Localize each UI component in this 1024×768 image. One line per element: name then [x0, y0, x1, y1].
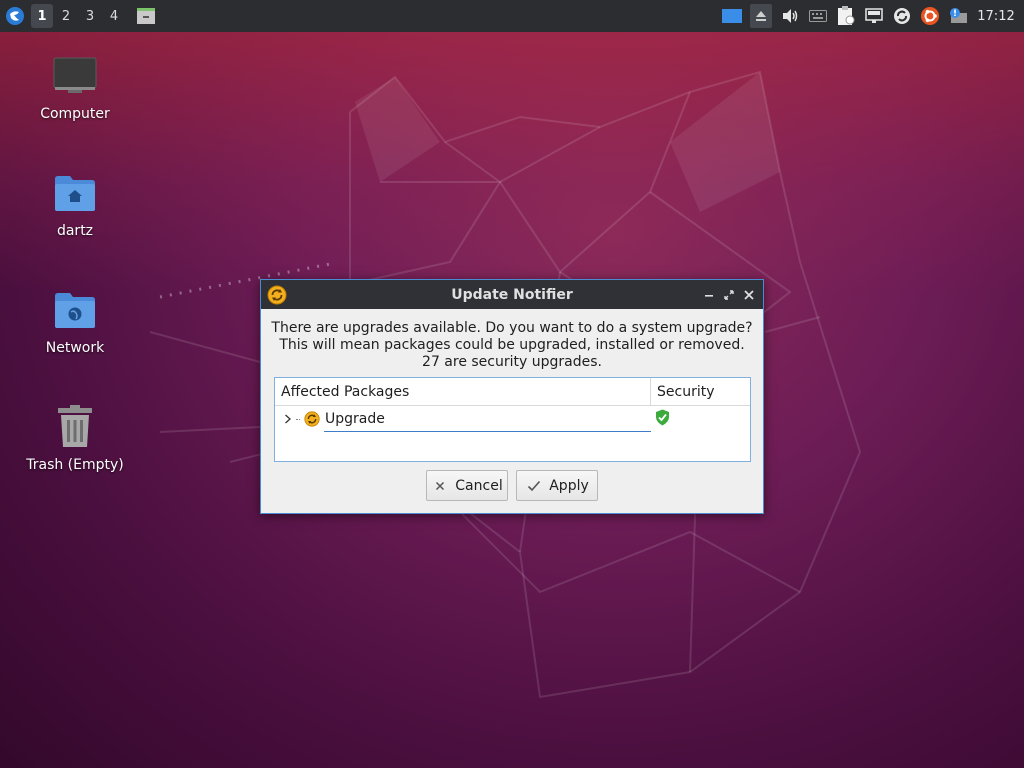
cancel-button[interactable]: Cancel [426, 470, 508, 501]
cancel-button-label: Cancel [455, 477, 503, 494]
chevron-right-icon[interactable] [281, 406, 295, 432]
display-icon[interactable] [719, 0, 745, 32]
desktop-item-trash[interactable]: Trash (Empty) [15, 403, 135, 473]
minimize-icon[interactable] [699, 284, 719, 306]
maximize-icon[interactable] [719, 284, 739, 306]
desktop-item-label: Computer [40, 106, 110, 122]
update-notifier-dialog: Update Notifier There are upgrades avail… [260, 279, 764, 514]
eject-icon[interactable] [750, 4, 772, 28]
volume-icon[interactable] [777, 0, 803, 32]
desktop-item-label: dartz [56, 223, 94, 239]
update-icon [303, 410, 321, 428]
workspace-4[interactable]: 4 [103, 4, 125, 28]
whisker-menu-icon[interactable] [0, 0, 30, 32]
network-folder-icon [51, 286, 99, 334]
clipboard-icon[interactable] [833, 0, 859, 32]
apply-button-label: Apply [549, 477, 589, 494]
network-icon[interactable] [861, 0, 887, 32]
workspace-1[interactable]: 1 [31, 4, 53, 28]
notification-icon[interactable] [945, 0, 971, 32]
keyboard-icon[interactable] [805, 0, 831, 32]
sync-icon[interactable] [889, 0, 915, 32]
ubuntu-icon[interactable] [917, 0, 943, 32]
checkmark-icon [525, 477, 543, 495]
panel-clock[interactable]: 17:12 [972, 9, 1020, 24]
message-line: This will mean packages could be upgrade… [279, 337, 745, 353]
update-notifier-app-icon[interactable] [263, 280, 291, 309]
desktop-item-network[interactable]: Network [15, 286, 135, 356]
tree-row[interactable]: Upgrade [275, 406, 750, 432]
top-panel: 1 2 3 4 17:12 [0, 0, 1024, 32]
message-line: 27 are security upgrades. [422, 354, 602, 370]
trash-icon [51, 403, 99, 451]
desktop-item-label: Trash (Empty) [26, 457, 124, 473]
column-header-packages[interactable]: Affected Packages [275, 378, 651, 405]
package-label[interactable]: Upgrade [324, 406, 651, 432]
security-cell [651, 406, 750, 432]
computer-icon [51, 52, 99, 100]
desktop-item-computer[interactable]: Computer [15, 52, 135, 122]
workspace-2[interactable]: 2 [55, 4, 77, 28]
shield-check-icon [655, 409, 670, 430]
close-icon [431, 477, 449, 495]
dialog-titlebar[interactable]: Update Notifier [261, 280, 763, 309]
desktop-item-label: Network [45, 340, 105, 356]
tree-header: Affected Packages Security [275, 378, 750, 406]
message-line: There are upgrades available. Do you wan… [271, 320, 753, 336]
show-desktop-icon[interactable] [132, 0, 160, 32]
affected-packages-tree[interactable]: Affected Packages Security Upgrade [274, 377, 751, 462]
home-folder-icon [51, 169, 99, 217]
tree-connector [296, 418, 300, 420]
workspace-3[interactable]: 3 [79, 4, 101, 28]
apply-button[interactable]: Apply [516, 470, 598, 501]
dialog-message: There are upgrades available. Do you wan… [261, 309, 763, 377]
close-icon[interactable] [739, 284, 759, 306]
dialog-title: Update Notifier [451, 286, 573, 303]
desktop-item-home[interactable]: dartz [15, 169, 135, 239]
column-header-security[interactable]: Security [651, 378, 750, 405]
